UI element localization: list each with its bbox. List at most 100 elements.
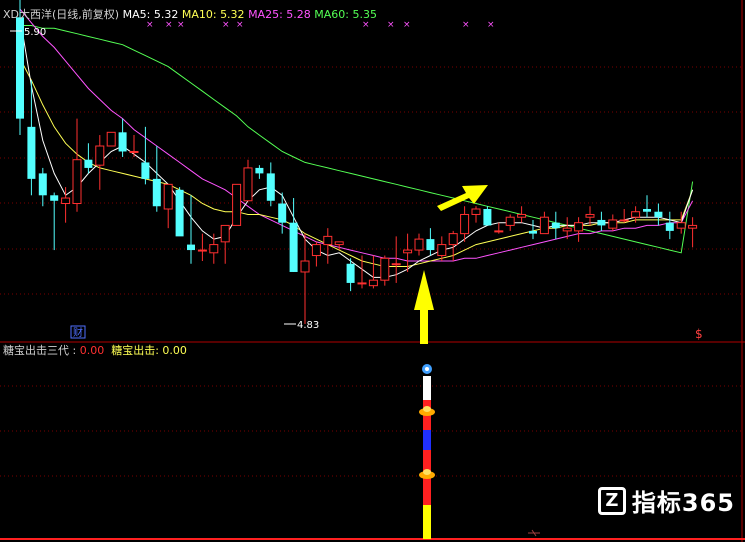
candle-body [448, 233, 458, 246]
stock-name: XD大西洋 [3, 8, 53, 21]
chart-canvas[interactable]: × × × × × × × × × × 5.90 4.83 财 $ [0, 0, 745, 542]
gold-ingot-icon [419, 469, 435, 479]
candle [654, 203, 663, 226]
candle [50, 192, 59, 251]
ma10-line [19, 58, 694, 267]
candle-body [608, 219, 618, 229]
candle [608, 214, 618, 231]
indicator-label2: 糖宝出击: [111, 344, 159, 357]
candle-body [220, 224, 230, 243]
gold-ingot-icon [419, 406, 435, 416]
candle [414, 233, 424, 256]
watermark-logo-icon: Z [597, 486, 626, 515]
candle-body [676, 222, 686, 229]
candle [574, 217, 584, 242]
candle-body [209, 244, 219, 254]
candle-body [368, 279, 378, 287]
indicator-signal-bar [423, 376, 431, 539]
candle-body [289, 222, 298, 272]
candle-body [197, 249, 207, 252]
candle-body [129, 150, 139, 153]
candle [300, 233, 310, 324]
period-label: (日线,前复权) [52, 8, 120, 21]
dollar-marker-icon[interactable]: $ [695, 327, 703, 341]
candle [688, 217, 698, 248]
candle [72, 118, 82, 212]
candle [95, 135, 105, 190]
up-arrow-annotation [414, 270, 434, 344]
candle [391, 236, 401, 283]
candle-body [50, 195, 59, 201]
candle-body [631, 211, 641, 218]
candle [255, 165, 264, 179]
ma60-value: 5.35 [352, 8, 378, 21]
x-marker-icon: × [462, 20, 470, 30]
candle-body [38, 173, 47, 196]
ma60-label: MA60: [314, 8, 349, 21]
candle-body [357, 282, 367, 285]
event-markers: × × × × × × × × × × [146, 20, 495, 30]
candle-body [562, 227, 572, 232]
candle [505, 214, 515, 231]
candle-body [585, 213, 595, 218]
candle [643, 195, 651, 218]
candle-body [426, 239, 435, 251]
candle-body [187, 244, 195, 251]
candle [38, 167, 47, 207]
candle [471, 206, 481, 223]
price-grid [0, 66, 742, 477]
candle [129, 135, 139, 157]
candle [380, 255, 390, 286]
high-price-label: 5.90 [24, 27, 46, 38]
indicator-name: 糖宝出击三代 [3, 344, 69, 357]
candle-body [391, 263, 401, 266]
x-marker-icon: × [236, 20, 244, 30]
candle [84, 143, 93, 174]
candle-body [643, 208, 651, 212]
candlestick-series [16, 0, 698, 324]
candle-body [471, 208, 481, 215]
candle-body [118, 132, 127, 152]
stock-chart-window: × × × × × × × × × × 5.90 4.83 财 $ XD大西洋(… [0, 0, 745, 542]
candle [357, 255, 367, 289]
ma25-value: 5.28 [286, 8, 311, 21]
candle-body [494, 230, 504, 233]
candle [106, 131, 116, 147]
candle [494, 222, 504, 234]
candle [619, 208, 629, 223]
candle-body [323, 235, 333, 246]
candle [426, 228, 435, 256]
candle-body [311, 244, 321, 257]
candle [597, 211, 606, 231]
small-mark-icon [528, 529, 540, 537]
candle-body [61, 197, 71, 205]
candle-body [574, 222, 584, 232]
ma10-label: MA10: [181, 8, 217, 21]
candle [118, 118, 127, 157]
candle-body [483, 208, 492, 226]
indicator-value2: 0.00 [162, 344, 187, 357]
candle [311, 241, 321, 267]
candle [175, 187, 184, 237]
diagonal-arrow-annotation [437, 185, 488, 211]
candle [197, 233, 207, 262]
candle-body [72, 159, 82, 205]
candle [665, 211, 674, 240]
candle [368, 255, 378, 289]
candle [232, 183, 242, 226]
candle-body [529, 230, 537, 234]
candle-body [141, 162, 150, 179]
candle-body [380, 257, 390, 281]
finance-marker[interactable]: 财 [73, 326, 83, 339]
candle [483, 206, 492, 226]
candle-body [403, 249, 413, 254]
ma10-value: 5.32 [220, 8, 245, 21]
candle [187, 195, 195, 264]
x-marker-icon: × [387, 20, 395, 30]
candle [243, 159, 253, 202]
ma25-label: MA25: [248, 8, 283, 21]
ma5-value: 5.32 [153, 8, 179, 21]
candle-body [334, 241, 344, 246]
low-price-marker: 4.83 [284, 320, 319, 331]
candle [517, 206, 527, 223]
